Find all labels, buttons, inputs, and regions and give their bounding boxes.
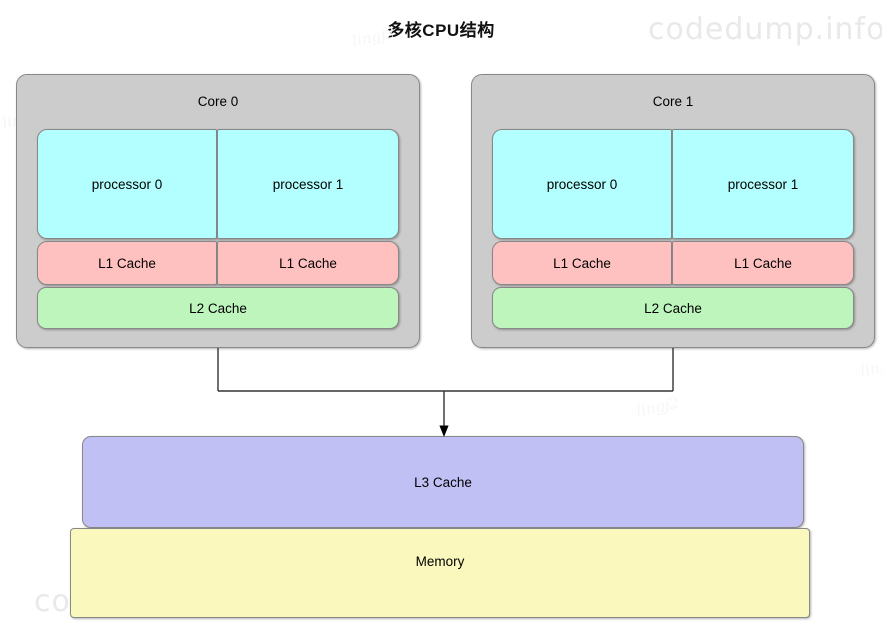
core-0-l1-cache-0-label: L1 Cache bbox=[98, 255, 156, 271]
l3-cache-label: L3 Cache bbox=[414, 474, 472, 490]
l3-cache-box[interactable]: L3 Cache bbox=[82, 436, 804, 528]
core-0-processor-1[interactable]: processor 1 bbox=[217, 129, 399, 239]
core-1-processor-0[interactable]: processor 0 bbox=[492, 129, 672, 239]
core-1-l1-cache-0[interactable]: L1 Cache bbox=[492, 241, 672, 285]
tile-watermark: lingj2 bbox=[634, 393, 681, 421]
core-1-l1-cache-0-label: L1 Cache bbox=[553, 255, 611, 271]
tile-watermark: lingj2 bbox=[858, 353, 882, 381]
core-0-processor-0[interactable]: processor 0 bbox=[37, 129, 217, 239]
core-1-l1-cache-1[interactable]: L1 Cache bbox=[672, 241, 854, 285]
core-1-processor-1-label: processor 1 bbox=[727, 176, 799, 192]
core-1-processor-1[interactable]: processor 1 bbox=[672, 129, 854, 239]
core-1-l2-cache[interactable]: L2 Cache bbox=[492, 287, 854, 329]
core-1-l2-cache-label: L2 Cache bbox=[644, 300, 702, 316]
core-0-l1-cache-1[interactable]: L1 Cache bbox=[217, 241, 399, 285]
core-1-l1-cache-1-label: L1 Cache bbox=[734, 255, 792, 271]
core-0-processor-0-label: processor 0 bbox=[91, 176, 163, 192]
core-0-l1-cache-0[interactable]: L1 Cache bbox=[37, 241, 217, 285]
core-0-processor-1-label: processor 1 bbox=[272, 176, 344, 192]
diagram-canvas: 多核CPU结构 codedump.info codedump.info ling… bbox=[0, 0, 882, 622]
watermark-top-right: codedump.info bbox=[648, 12, 882, 47]
core-1-label: Core 1 bbox=[652, 94, 694, 109]
memory-label: Memory bbox=[415, 553, 465, 569]
core-0-l2-cache[interactable]: L2 Cache bbox=[37, 287, 399, 329]
core-0-l2-cache-label: L2 Cache bbox=[189, 300, 247, 316]
core-0-l1-cache-1-label: L1 Cache bbox=[279, 255, 337, 271]
core-1-processor-0-label: processor 0 bbox=[546, 176, 618, 192]
memory-box[interactable]: Memory bbox=[70, 528, 810, 618]
core-0-label: Core 0 bbox=[197, 94, 239, 109]
